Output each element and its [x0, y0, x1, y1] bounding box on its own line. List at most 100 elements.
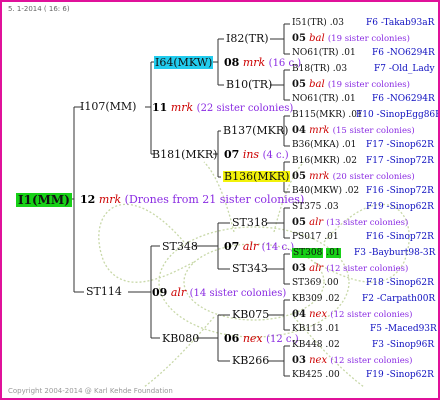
gen4-mid-note: (13 sister colonies) — [326, 218, 409, 228]
gen4-row[interactable]: ST308 .01 — [292, 248, 341, 258]
gen4-value: .01 — [341, 94, 356, 104]
gen4-row[interactable]: ST369 .00 — [292, 279, 339, 288]
gen4-value: .00 — [325, 370, 340, 380]
gen4-row[interactable]: I51(TR) .03 — [292, 19, 344, 28]
gen4-row[interactable]: KB309 .02 — [292, 295, 340, 304]
gen4-row[interactable]: B18(TR) .03 — [292, 65, 347, 74]
grandparent-2-caption: 07 ins (4 c.) — [224, 149, 289, 161]
gen4-mid-number: 04 — [292, 125, 306, 136]
gen4-mid: 04 mrk (15 sister colonies) — [292, 126, 415, 136]
gen4-mid-number: 05 — [292, 171, 306, 182]
grandparent-node-3[interactable]: ST348 — [162, 241, 198, 252]
grandparent-4-caption: 06 nex (12 c.) — [224, 333, 299, 345]
gen4-row[interactable]: KB425 .00 — [292, 371, 340, 380]
gen3-node-2[interactable]: B10(TR) — [226, 79, 272, 90]
gen4-mid-mark: nex — [309, 355, 328, 366]
parent-node-1[interactable]: I107(MM) — [80, 101, 136, 112]
parent-1-mark: mrk — [170, 101, 194, 114]
gen4-value: .01 — [342, 140, 357, 150]
gen4-row[interactable]: ST375 .03 — [292, 203, 339, 212]
parent-1-note: (22 sister colonies) — [196, 103, 294, 114]
grandparent-1-mark: mrk — [242, 56, 266, 69]
gen4-code: F6 -NO6294R — [372, 94, 435, 104]
gen4-value: .02 — [344, 186, 360, 196]
grandparent-node-2[interactable]: B181(MKR) — [152, 149, 217, 160]
gen4-value: .00 — [324, 278, 339, 288]
grandparent-node-1[interactable]: I64(MKW) — [154, 56, 214, 69]
gen4-name: ST375 — [292, 202, 322, 212]
gen4-mid: 05 bal (19 sister colonies) — [292, 34, 410, 44]
gen4-value: .02 — [325, 340, 340, 350]
parent-node-2[interactable]: ST114 — [86, 286, 122, 297]
gen4-mid: 03 alr (12 sister colonies) — [292, 264, 408, 274]
pedigree-frame: 5. 1-2014 ( 16: 6) I1(MM) 12 mrk (Drones… — [0, 0, 440, 400]
gen4-mid-note: (12 sister colonies) — [326, 264, 409, 274]
grandparent-node-4[interactable]: KB080 — [162, 333, 199, 344]
gen3-node-4[interactable]: B136(MKR) — [223, 171, 291, 182]
parent-2-note: (14 sister colonies) — [189, 288, 287, 299]
parent-2-mark: alr — [170, 286, 187, 299]
gen4-mid-mark: mrk — [309, 171, 330, 182]
grandparent-2-mark: ins — [242, 148, 260, 161]
gen4-row[interactable]: B115(MKR) .01 — [292, 111, 363, 120]
gen4-name: KB425 — [292, 370, 323, 380]
grandparent-3-note: (14 c.) — [261, 242, 295, 253]
gen4-mid-mark: alr — [309, 263, 324, 274]
grandparent-4-number: 06 — [224, 332, 240, 345]
grandparent-1-number: 08 — [224, 56, 240, 69]
gen3-node-6[interactable]: ST343 — [232, 263, 268, 274]
parent-2-number: 09 — [152, 286, 168, 299]
gen4-name: B16(MKR) — [292, 156, 340, 166]
gen4-name: KB113 — [292, 324, 323, 334]
gen4-mid-mark: bal — [309, 79, 325, 90]
gen4-name: I51(TR) — [292, 18, 327, 28]
gen4-value: .03 — [324, 202, 339, 212]
gen4-name: B36(MKA) — [292, 140, 340, 150]
gen4-value: .03 — [332, 64, 348, 74]
gen3-node-5[interactable]: ST318 — [232, 217, 268, 228]
gen3-node-7[interactable]: KB075 — [232, 309, 269, 320]
report-header: 5. 1-2014 ( 16: 6) — [8, 5, 70, 13]
gen4-row[interactable]: NO61(TR) .01 — [292, 49, 356, 58]
gen4-mid-number: 03 — [292, 355, 306, 366]
gen4-row[interactable]: PS017 .01 — [292, 233, 339, 242]
gen4-name: B115(MKR) — [292, 110, 346, 120]
gen4-name: NO61(TR) — [292, 48, 339, 58]
gen4-row[interactable]: KB448 .02 — [292, 341, 340, 350]
gen4-mid-note: (19 sister colonies) — [327, 34, 410, 44]
gen4-row[interactable]: B16(MKR) .02 — [292, 157, 357, 166]
gen3-node-3[interactable]: B137(MKR) — [223, 125, 288, 136]
gen4-mid-note: (12 sister colonies) — [330, 310, 413, 320]
grandparent-2-number: 07 — [224, 148, 240, 161]
gen4-code: F6 -Takab93aR — [366, 18, 435, 28]
gen4-value: .02 — [342, 156, 358, 166]
gen4-name: KB309 — [292, 294, 323, 304]
parent-1-caption: 11 mrk (22 sister colonies) — [152, 102, 293, 114]
gen4-mid: 03 nex (12 sister colonies) — [292, 356, 412, 366]
gen4-code: F17 -Sinop72R — [366, 156, 434, 166]
gen4-code: F3 -Sinop96R — [372, 340, 435, 350]
copyright-text: Copyright 2004-2014 @ Karl Kehde Foundat… — [8, 387, 173, 395]
gen3-node-8[interactable]: KB266 — [232, 355, 269, 366]
gen4-mid-number: 05 — [292, 33, 306, 44]
gen4-row[interactable]: KB113 .01 — [292, 325, 340, 334]
gen4-mid: 05 bal (19 sister colonies) — [292, 80, 410, 90]
grandparent-1-caption: 08 mrk (16 c.) — [224, 57, 301, 69]
gen4-code: F19 -Sinop62R — [366, 202, 434, 212]
gen4-name: B18(TR) — [292, 64, 330, 74]
gen4-row[interactable]: NO61(TR) .01 — [292, 95, 356, 104]
gen4-code: F19 -Sinop62R — [366, 370, 434, 380]
parent-2-caption: 09 alr (14 sister colonies) — [152, 287, 286, 299]
gen4-row[interactable]: B40(MKW) .02 — [292, 187, 359, 196]
gen4-mid-mark: bal — [309, 33, 325, 44]
gen4-row[interactable]: B36(MKA) .01 — [292, 141, 356, 150]
gen4-mid-number: 04 — [292, 309, 306, 320]
grandparent-3-mark: alr — [242, 240, 259, 253]
gen4-mid-note: (15 sister colonies) — [332, 126, 415, 136]
gen1-caption: 12 mrk (Drones from 21 sister colonies) — [80, 194, 304, 205]
gen4-value: .02 — [325, 294, 340, 304]
parent-1-number: 11 — [152, 101, 168, 114]
gen3-node-1[interactable]: I82(TR) — [226, 33, 269, 44]
root-node[interactable]: I1(MM) — [16, 193, 72, 207]
gen4-mid-mark: alr — [309, 217, 324, 228]
